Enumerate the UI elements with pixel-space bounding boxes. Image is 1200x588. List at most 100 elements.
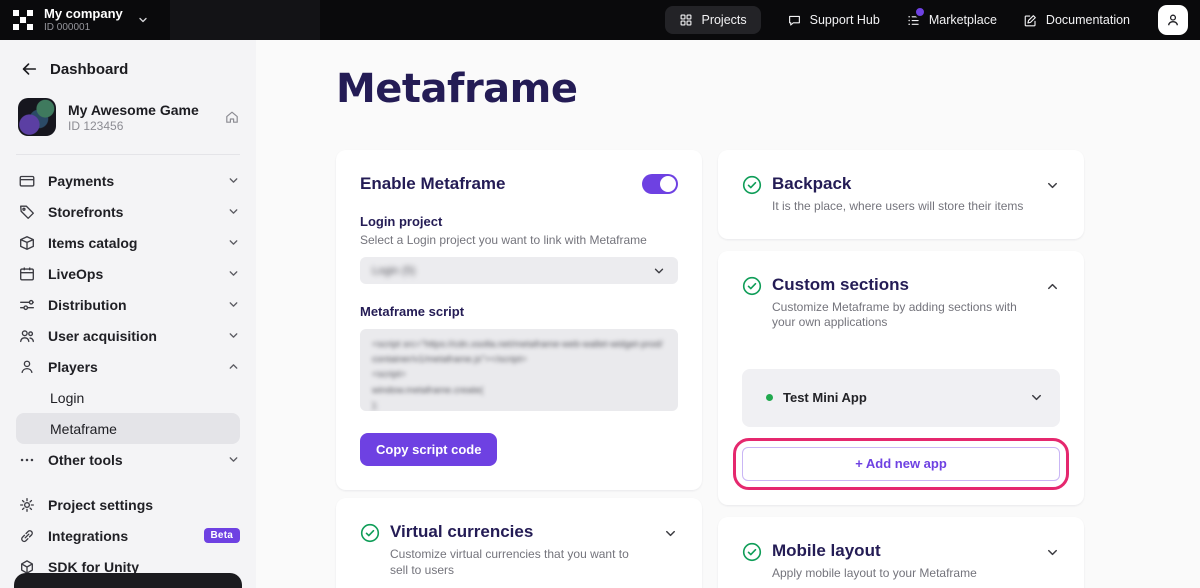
back-to-dashboard[interactable]: Dashboard <box>0 40 256 90</box>
gear-icon <box>18 496 36 514</box>
mobile-layout-title: Mobile layout <box>772 541 1035 561</box>
tag-icon <box>18 203 36 221</box>
home-icon[interactable] <box>224 109 240 125</box>
projects-label: Projects <box>701 13 746 27</box>
enable-metaframe-card: Enable Metaframe Login project Select a … <box>336 150 702 490</box>
backpack-card: Backpack It is the place, where users wi… <box>718 150 1084 239</box>
sidebar-item-liveops[interactable]: LiveOps <box>0 258 256 289</box>
left-column: Enable Metaframe Login project Select a … <box>336 150 702 588</box>
project-name: My Awesome Game <box>68 102 199 118</box>
login-project-value: Login (5) <box>372 265 415 277</box>
main-content: Metaframe Enable Metaframe Login project… <box>256 40 1200 588</box>
sidebar-item-payments[interactable]: Payments <box>0 165 256 196</box>
projects-button[interactable]: Projects <box>665 6 760 34</box>
chat-icon <box>787 13 802 28</box>
company-text: My company ID 000001 <box>44 7 123 33</box>
chevron-down-icon[interactable] <box>1045 545 1060 560</box>
mobile-layout-card: Mobile layout Apply mobile layout to you… <box>718 517 1084 588</box>
backpack-description: It is the place, where users will store … <box>772 199 1032 215</box>
company-selector[interactable]: My company ID 000001 <box>12 7 149 33</box>
sidebar-item-storefronts[interactable]: Storefronts <box>0 196 256 227</box>
project-avatar <box>18 98 56 136</box>
login-project-select[interactable]: Login (5) <box>360 257 678 284</box>
item-label: Payments <box>48 173 114 189</box>
sidebar-item-integrations[interactable]: Integrations Beta <box>0 520 256 551</box>
mini-app-row[interactable]: Test Mini App <box>742 369 1060 427</box>
grid-icon <box>679 13 693 27</box>
mobile-layout-description: Apply mobile layout to your Metaframe <box>772 566 1032 582</box>
chevron-down-icon[interactable] <box>663 526 678 541</box>
chevron-down-icon <box>227 205 240 218</box>
company-id: ID 000001 <box>44 23 123 34</box>
item-label: LiveOps <box>48 266 103 282</box>
support-hub-label: Support Hub <box>810 13 880 27</box>
project-id: ID 123456 <box>68 119 199 133</box>
toggle-knob <box>660 176 676 192</box>
topbar: My company ID 000001 Projects Support Hu… <box>0 0 1200 40</box>
item-label: User acquisition <box>48 328 157 344</box>
item-label: Project settings <box>48 497 153 513</box>
xsolla-logo-icon <box>12 9 34 31</box>
chevron-up-icon[interactable] <box>1045 279 1060 294</box>
sidebar-group-gap <box>0 475 256 489</box>
marketplace-link[interactable]: Marketplace <box>906 13 997 28</box>
sidebar-item-other-tools[interactable]: Other tools <box>0 444 256 475</box>
sidebar-nav: Payments Storefronts Items catalog LiveO… <box>0 165 256 582</box>
ellipsis-icon <box>18 451 36 469</box>
chevron-down-icon[interactable] <box>1029 390 1044 405</box>
topbar-panel <box>170 0 320 40</box>
users-icon <box>18 327 36 345</box>
chevron-down-icon <box>227 267 240 280</box>
item-label: Players <box>48 359 98 375</box>
sidebar-item-login[interactable]: Login <box>0 382 256 413</box>
sliders-icon <box>18 296 36 314</box>
navigation-tip-banner[interactable]: How's new navigation? <box>14 573 242 588</box>
chevron-down-icon <box>227 329 240 342</box>
virtual-currencies-title: Virtual currencies <box>390 522 653 542</box>
item-label: Integrations <box>48 528 128 544</box>
chevron-down-icon[interactable] <box>1045 178 1060 193</box>
chevron-up-icon <box>227 360 240 373</box>
page-title: Metaframe <box>336 66 1200 112</box>
login-project-hint: Select a Login project you want to link … <box>360 233 678 247</box>
status-dot <box>766 394 773 401</box>
chevron-down-icon <box>227 236 240 249</box>
check-circle-icon <box>742 276 762 296</box>
documentation-label: Documentation <box>1046 13 1130 27</box>
chevron-down-icon <box>652 264 666 278</box>
sidebar-item-project-settings[interactable]: Project settings <box>0 489 256 520</box>
documentation-link[interactable]: Documentation <box>1023 13 1130 28</box>
sidebar-item-metaframe[interactable]: Metaframe <box>16 413 240 444</box>
project-selector[interactable]: My Awesome Game ID 123456 <box>0 90 256 144</box>
back-label: Dashboard <box>50 61 128 78</box>
sidebar-divider <box>16 154 240 155</box>
sidebar-item-user-acquisition[interactable]: User acquisition <box>0 320 256 351</box>
beta-badge: Beta <box>204 528 240 543</box>
support-hub-link[interactable]: Support Hub <box>787 13 880 28</box>
custom-sections-description: Customize Metaframe by adding sections w… <box>772 300 1024 331</box>
item-label: Storefronts <box>48 204 123 220</box>
sidebar-item-distribution[interactable]: Distribution <box>0 289 256 320</box>
check-circle-icon <box>742 542 762 562</box>
add-new-app-button[interactable]: + Add new app <box>742 447 1060 481</box>
calendar-icon <box>18 265 36 283</box>
box-icon <box>18 234 36 252</box>
marketplace-label: Marketplace <box>929 13 997 27</box>
item-label: Metaframe <box>50 421 117 437</box>
right-column: Backpack It is the place, where users wi… <box>718 150 1084 588</box>
metaframe-script-box[interactable]: <script src="https://cdn.xsolla.net/meta… <box>360 329 678 411</box>
user-avatar-button[interactable] <box>1158 5 1188 35</box>
copy-script-button[interactable]: Copy script code <box>360 433 497 466</box>
metaframe-script-label: Metaframe script <box>360 304 678 319</box>
chevron-down-icon <box>137 14 149 26</box>
card-icon <box>18 172 36 190</box>
topbar-nav: Projects Support Hub Marketplace Docum <box>665 5 1188 35</box>
enable-card-title: Enable Metaframe <box>360 174 506 194</box>
documentation-icon <box>1023 13 1038 28</box>
sidebar-item-items-catalog[interactable]: Items catalog <box>0 227 256 258</box>
mini-app-name: Test Mini App <box>783 390 867 405</box>
sidebar-item-players[interactable]: Players <box>0 351 256 382</box>
add-new-app-wrapper: + Add new app <box>742 447 1060 481</box>
metaframe-script-text: <script src="https://cdn.xsolla.net/meta… <box>372 337 666 411</box>
metaframe-toggle[interactable] <box>642 174 678 194</box>
